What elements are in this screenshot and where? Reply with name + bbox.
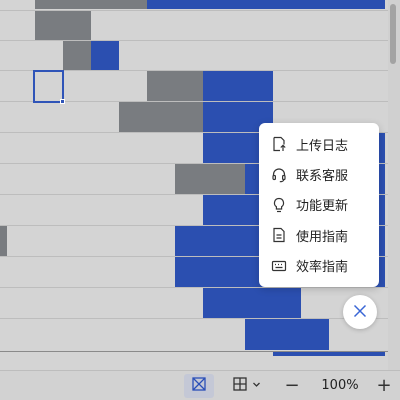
menu-item-label: 上传日志 <box>296 138 349 154</box>
menu-item-efficiency-guide[interactable]: 效率指南 <box>259 251 379 281</box>
close-help-button[interactable] <box>343 295 377 329</box>
gantt-bar-blue <box>203 71 273 101</box>
headset-icon <box>271 167 287 183</box>
row-gridline <box>0 318 388 319</box>
scrollbar-thumb[interactable] <box>390 4 396 64</box>
close-icon <box>353 303 367 322</box>
menu-item-upload-log[interactable]: 上传日志 <box>259 129 379 159</box>
chevron-down-icon <box>252 378 261 393</box>
row-gridline <box>0 40 388 41</box>
status-bar: − 100% + <box>0 370 400 400</box>
zoom-out-button[interactable]: − <box>280 374 304 398</box>
zoom-level[interactable]: 100% <box>318 374 362 398</box>
gantt-bar-gray <box>63 41 91 70</box>
page-layout-view-button[interactable] <box>228 374 264 398</box>
gantt-bar-gray <box>147 71 203 101</box>
gantt-bar-gray <box>175 164 245 194</box>
menu-item-user-guide[interactable]: 使用指南 <box>259 220 379 250</box>
menu-item-label: 联系客服 <box>296 169 349 185</box>
menu-item-label: 使用指南 <box>296 229 349 245</box>
vertical-scrollbar[interactable] <box>388 0 400 370</box>
menu-item-feature-updates[interactable]: 功能更新 <box>259 190 379 220</box>
gantt-bar-blue <box>91 41 119 70</box>
fill-handle[interactable] <box>60 99 65 104</box>
gantt-bar-gray <box>35 0 147 9</box>
gantt-bar-blue <box>203 288 301 318</box>
gantt-bar-blue <box>147 0 385 9</box>
help-menu: 上传日志 联系客服 功能更新 使用指南 效率指南 <box>259 123 379 287</box>
menu-item-label: 效率指南 <box>296 260 349 276</box>
lightbulb-icon <box>271 197 287 213</box>
row-gridline <box>0 287 388 288</box>
page-layout-icon <box>232 376 248 396</box>
gantt-bar-blue <box>273 352 385 356</box>
normal-view-icon <box>191 376 207 396</box>
gantt-bar-gray <box>119 102 203 132</box>
menu-item-contact-support[interactable]: 联系客服 <box>259 159 379 189</box>
gantt-bar-gray <box>0 226 7 256</box>
menu-item-label: 功能更新 <box>296 199 349 215</box>
normal-view-button[interactable] <box>184 373 214 398</box>
zoom-in-button[interactable]: + <box>372 374 396 398</box>
gantt-bar-gray <box>35 11 91 40</box>
gantt-bar-blue <box>245 319 329 350</box>
keyboard-icon <box>271 258 287 274</box>
upload-log-icon <box>271 136 287 152</box>
document-icon <box>271 227 287 243</box>
selected-cell[interactable] <box>33 70 65 104</box>
